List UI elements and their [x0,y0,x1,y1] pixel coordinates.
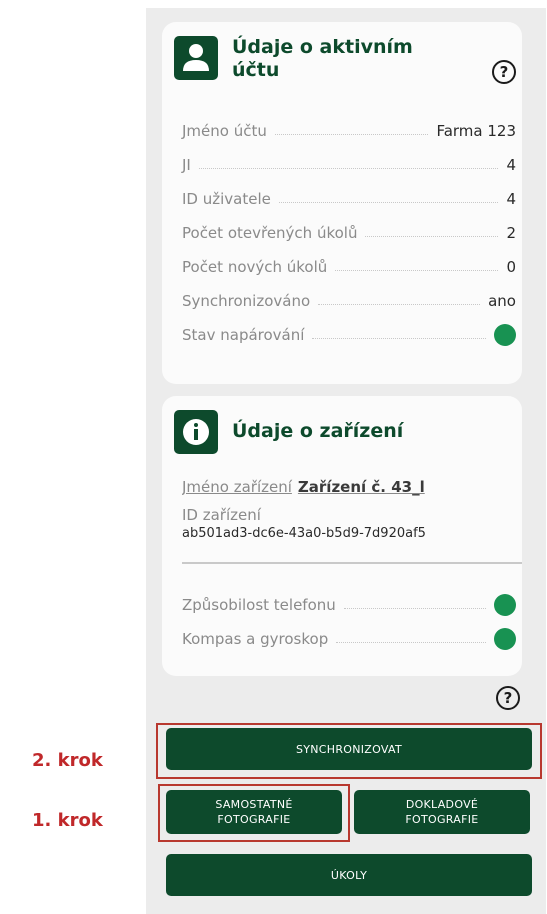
account-row-pairing: Stav napárování [182,322,516,348]
step1-label: 1. krok [32,810,103,831]
tasks-button[interactable]: ÚKOLY [166,854,532,896]
device-card-title: Údaje o zařízení [232,420,404,442]
account-row-ji: JI 4 [182,156,516,174]
user-account-icon [174,36,218,80]
account-row-new-tasks: Počet nových úkolů 0 [182,258,516,276]
device-name-row: Jméno zařízení Zařízení č. 43_l [182,478,425,496]
account-row-user-id: ID uživatele 4 [182,190,516,208]
pairing-status-indicator [494,324,516,346]
phone-capability-indicator [494,594,516,616]
step2-highlight [156,723,542,779]
account-row-synced: Synchronizováno ano [182,292,516,310]
info-icon [174,410,218,454]
step1-highlight [158,784,350,842]
device-row-compass: Kompas a gyroskop [182,626,516,652]
account-row-name: Jméno účtu Farma 123 [182,122,516,140]
evidence-photos-button[interactable]: DOKLADOVÉ FOTOGRAFIE [354,790,530,834]
account-info-card: Údaje o aktivním účtu ? Jméno účtu Farma … [162,22,522,384]
help-icon[interactable]: ? [492,60,516,84]
account-card-title: Údaje o aktivním účtu [232,36,413,81]
help-icon-bottom[interactable]: ? [496,686,520,710]
step2-label: 2. krok [32,750,103,771]
compass-indicator [494,628,516,650]
device-info-card: Údaje o zařízení Jméno zařízení Zařízení … [162,396,522,676]
device-row-phone-capability: Způsobilost telefonu [182,592,516,618]
device-id-field: ID zařízení ab501ad3-dc6e-43a0-b5d9-7d92… [182,506,522,564]
account-row-open-tasks: Počet otevřených úkolů 2 [182,224,516,242]
